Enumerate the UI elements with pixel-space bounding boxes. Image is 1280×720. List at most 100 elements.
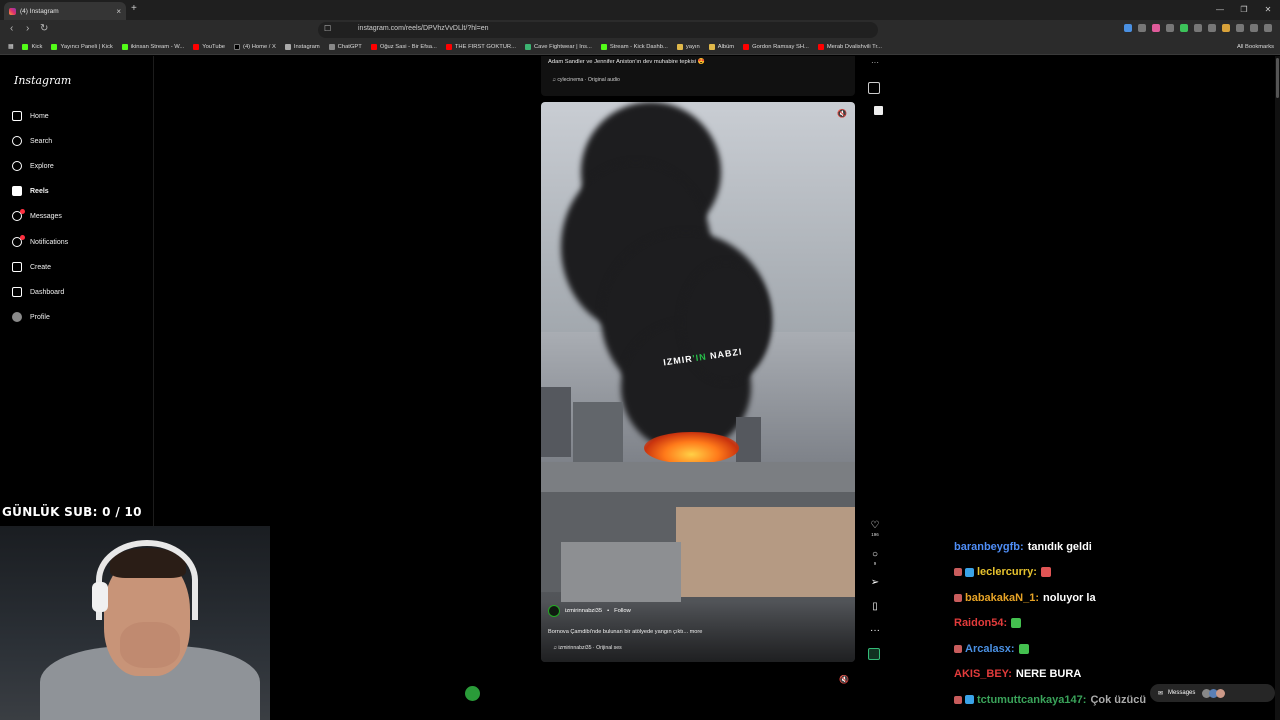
reel-video[interactable]: IZMIR'IN NABZI 🔇 izmirinnabzi35 • Follow… <box>541 102 855 662</box>
bookmark-item[interactable]: Cave Fightwear | Ins... <box>524 44 592 50</box>
messenger-icon <box>12 209 25 221</box>
bookmark-item[interactable]: Kick <box>22 44 42 50</box>
reel-audio-thumb[interactable] <box>868 648 880 660</box>
browser-tab[interactable]: (4) Instagram × <box>4 2 126 20</box>
bookmark-item[interactable]: Stream - Kick Dashb... <box>600 44 668 50</box>
sidebar-item-home[interactable]: Home <box>12 109 49 123</box>
share-action[interactable]: ➢ <box>866 578 884 588</box>
sidebar-item-profile[interactable]: Profile <box>12 310 50 324</box>
page-scrollbar[interactable] <box>1275 56 1280 720</box>
sub-badge-icon <box>965 695 974 705</box>
bookmark-item[interactable]: Instagram <box>284 44 320 50</box>
like-count: 196 <box>871 532 879 537</box>
reels-icon <box>12 186 22 196</box>
badge-icon <box>954 644 962 653</box>
bookmark-item[interactable]: (4) Home / X <box>234 44 276 50</box>
volume-icon[interactable]: 🔇 <box>837 109 847 118</box>
bookmark-save-icon[interactable]: ▯ <box>866 602 884 612</box>
maximize-button[interactable]: ❐ <box>1232 0 1256 20</box>
author-username[interactable]: izmirinnabzi35 <box>565 608 602 614</box>
home-icon <box>12 111 22 121</box>
new-tab-button[interactable]: + <box>131 3 137 14</box>
bookmark-item[interactable]: Oğuz Sasi - Bir Efsa... <box>370 44 437 50</box>
extension-icon[interactable] <box>1166 24 1174 32</box>
menu-icon[interactable] <box>1264 24 1272 32</box>
bookmark-item[interactable]: Merab Dvalishvili Tr... <box>817 44 882 50</box>
compass-icon <box>12 161 22 171</box>
previous-reel-more-icon[interactable]: ··· <box>871 58 879 67</box>
chat-text: noluyor la <box>1043 591 1096 604</box>
sub-goal-label: GÜNLÜK SUB: 0 / 10 <box>2 505 142 519</box>
reel-author-row: izmirinnabzi35 • Follow <box>548 605 631 617</box>
back-icon[interactable]: ‹ <box>10 23 13 34</box>
bookmark-item[interactable]: THE FIRST GOKTUR... <box>445 44 516 50</box>
close-window-button[interactable]: ✕ <box>1256 0 1280 20</box>
next-reel-volume-icon[interactable]: 🔇 <box>839 675 849 684</box>
reload-icon[interactable]: ↻ <box>40 23 48 34</box>
sidebar-item-messages[interactable]: Messages <box>12 209 62 223</box>
chat-username: tctumuttcankaya147: <box>977 693 1087 706</box>
sidebar-item-dashboard[interactable]: Dashboard <box>12 285 64 299</box>
chat-username: leclercurry: <box>977 566 1037 579</box>
instagram-logo[interactable]: Instagram <box>14 74 71 87</box>
minimize-button[interactable]: — <box>1208 0 1232 20</box>
sidebar-item-reels[interactable]: Reels <box>12 184 49 198</box>
extension-icon[interactable] <box>1138 24 1146 32</box>
previous-reel-audio-thumb[interactable] <box>868 82 880 94</box>
extension-icon[interactable] <box>1124 24 1132 32</box>
extension-icon[interactable] <box>1180 24 1188 32</box>
share-icon[interactable]: ➢ <box>866 578 884 588</box>
reel-caption[interactable]: Bornova Çamdibi'nde bulunan bir atölyede… <box>548 629 702 635</box>
all-bookmarks[interactable]: All Bookmarks <box>1237 44 1274 50</box>
bookmark-folder[interactable]: yayın <box>676 44 700 50</box>
author-avatar[interactable] <box>548 605 560 617</box>
bookmark-item[interactable]: ikinsan Stream - W... <box>121 44 184 50</box>
bookmark-item[interactable]: YouTube <box>193 44 225 50</box>
extension-icon[interactable] <box>1208 24 1216 32</box>
green-overlay-icon <box>465 686 480 701</box>
extension-icon[interactable] <box>1194 24 1202 32</box>
extension-icon[interactable] <box>1152 24 1160 32</box>
heart-icon[interactable]: ♡ <box>866 521 884 531</box>
sub-badge-icon <box>965 567 974 577</box>
previous-reel-card[interactable]: Adam Sandler ve Jennifer Aniston'ın dev … <box>541 56 855 96</box>
address-bar[interactable]: ☐ instagram.com/reels/DPVhzVvDLlt/?hl=en <box>318 22 878 38</box>
recent-contacts-avatars <box>1202 688 1226 698</box>
sidebar-item-notifications[interactable]: Notifications <box>12 235 68 249</box>
chat-text: NERE BURA <box>1015 668 1082 681</box>
school-building <box>676 507 855 597</box>
url-text[interactable]: instagram.com/reels/DPVhzVvDLlt/?hl=en <box>358 25 489 32</box>
bookmark-item[interactable]: ChatGPT <box>328 44 362 50</box>
forward-icon[interactable]: › <box>26 23 29 34</box>
sidebar-item-explore[interactable]: Explore <box>12 159 54 173</box>
bookmark-item[interactable]: Yayıncı Paneli | Kick <box>51 44 113 50</box>
extension-icon[interactable] <box>1222 24 1230 32</box>
more-options-icon[interactable]: ··· <box>866 626 884 636</box>
chat-username: Raidon54: <box>954 617 1008 630</box>
more-action[interactable]: ··· <box>866 626 884 636</box>
search-icon <box>12 136 22 146</box>
emote-icon <box>1040 567 1051 578</box>
dashboard-icon <box>12 287 22 297</box>
extension-icon[interactable] <box>1250 24 1258 32</box>
bookmark-icon[interactable]: ☐ <box>324 24 331 33</box>
messages-floating-button[interactable]: ✉ Messages <box>1150 684 1275 702</box>
browser-tab-bar: (4) Instagram × + — ❐ ✕ <box>0 0 1280 20</box>
save-action[interactable]: ▯ <box>866 602 884 612</box>
scrollbar-thumb[interactable] <box>1276 58 1279 98</box>
reel-audio[interactable]: ♫ izmirinnabzi35 · Orijinal ses <box>553 645 622 651</box>
extension-icon[interactable] <box>1236 24 1244 32</box>
apps-icon[interactable]: ▦ <box>8 44 13 50</box>
chat-message: Raidon54: <box>954 611 1274 637</box>
comment-action[interactable]: ○ 9 <box>866 550 884 567</box>
sidebar-item-create[interactable]: Create <box>12 260 51 274</box>
comment-icon[interactable]: ○ <box>866 550 884 560</box>
like-action[interactable]: ♡ 196 <box>866 521 884 538</box>
previous-reel-audio[interactable]: ♫ cylecinema · Original audio <box>552 77 620 83</box>
bookmark-item[interactable]: Gordon Ramsay SH... <box>743 44 809 50</box>
sidebar-item-search[interactable]: Search <box>12 134 52 148</box>
follow-button[interactable]: Follow <box>614 608 631 614</box>
bookmark-folder[interactable]: Albüm <box>708 44 734 50</box>
tab-close-icon[interactable]: × <box>116 7 121 16</box>
previous-reel-icon[interactable] <box>874 106 883 115</box>
